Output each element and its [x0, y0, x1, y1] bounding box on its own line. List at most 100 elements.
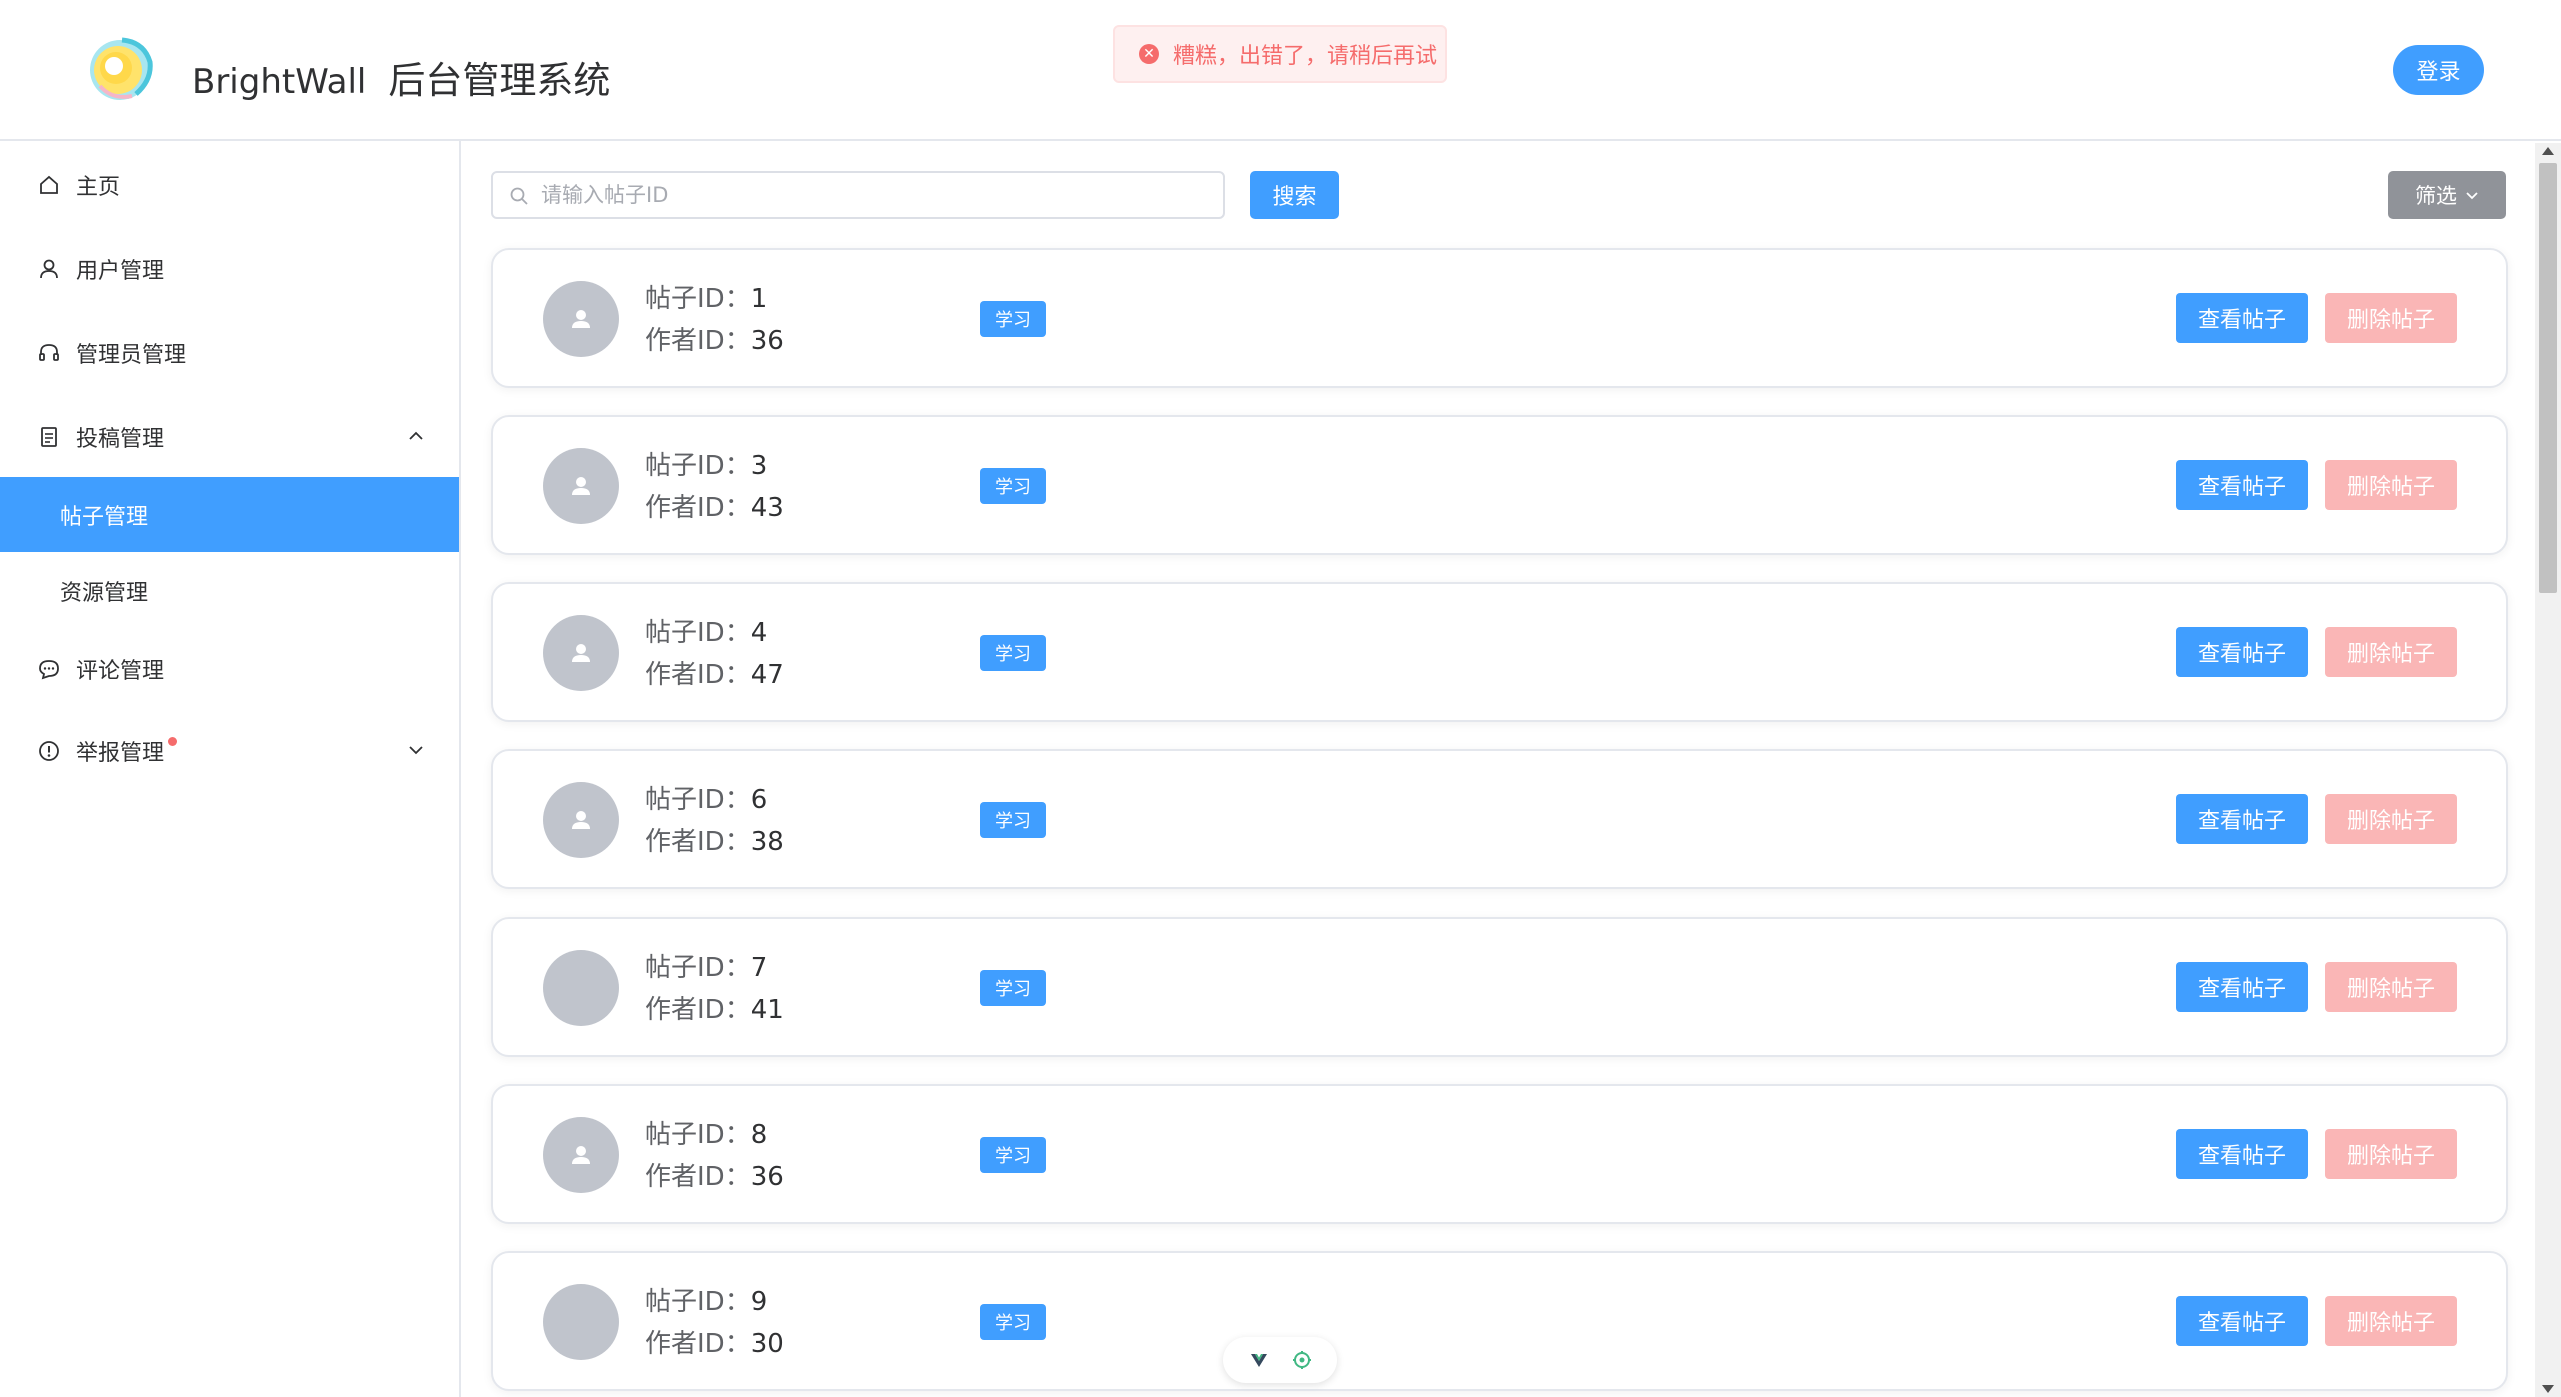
chevron-down-icon [409, 746, 423, 755]
author-id-label: 作者ID： [645, 660, 751, 690]
login-button[interactable]: 登录 [2393, 45, 2484, 95]
post-id-label: 帖子ID： [645, 785, 751, 815]
author-id: 36 [750, 326, 784, 356]
search-input[interactable] [541, 183, 1223, 207]
user-icon [572, 477, 590, 495]
document-icon [36, 424, 62, 450]
post-card: 帖子ID：6 作者ID：38 学习 查看帖子 删除帖子 [491, 749, 2508, 889]
delete-post-button[interactable]: 删除帖子 [2325, 460, 2457, 510]
view-post-button[interactable]: 查看帖子 [2176, 794, 2308, 844]
brand-name: BrightWall [192, 62, 367, 102]
sidebar-item-admins[interactable]: 管理员管理 [0, 315, 459, 390]
avatar [543, 1117, 619, 1193]
view-post-button[interactable]: 查看帖子 [2176, 460, 2308, 510]
post-id: 4 [750, 618, 768, 648]
vue-logo-icon[interactable] [1249, 1350, 1269, 1370]
post-id: 1 [750, 284, 768, 314]
category-tag: 学习 [980, 802, 1046, 838]
view-post-button[interactable]: 查看帖子 [2176, 293, 2308, 343]
sidebar-item-label: 用户管理 [76, 258, 165, 284]
delete-post-button[interactable]: 删除帖子 [2325, 293, 2457, 343]
sidebar-item-posts[interactable]: 帖子管理 [0, 477, 459, 552]
warning-icon [36, 738, 62, 764]
post-id: 8 [750, 1120, 768, 1150]
post-id-label: 帖子ID： [645, 618, 751, 648]
post-id: 6 [750, 785, 768, 815]
post-ids: 帖子ID：8 作者ID：36 [645, 1114, 784, 1198]
sidebar-item-label: 投稿管理 [76, 426, 165, 452]
category-tag: 学习 [980, 468, 1046, 504]
scroll-up-arrow-icon[interactable] [2542, 147, 2554, 155]
chevron-up-icon [409, 431, 423, 440]
author-id-label: 作者ID： [645, 326, 751, 356]
notification-badge [168, 737, 178, 746]
main-content: 搜索 筛选 帖子ID：1 作者ID：36 学习 查看帖子 删除帖子 帖子ID：3… [463, 143, 2533, 1397]
post-ids: 帖子ID：1 作者ID：36 [645, 278, 784, 362]
sidebar-item-label: 资源管理 [60, 580, 149, 606]
post-id: 3 [750, 451, 768, 481]
sidebar-item-label: 举报管理 [76, 740, 165, 766]
error-toast: ✕ 糟糕，出错了，请稍后再试 [1113, 25, 1447, 83]
home-icon [36, 172, 62, 198]
view-post-button[interactable]: 查看帖子 [2176, 1296, 2308, 1346]
system-name: 后台管理系统 [388, 59, 611, 102]
error-icon: ✕ [1139, 44, 1159, 64]
scroll-down-arrow-icon[interactable] [2542, 1385, 2554, 1393]
scroll-thumb[interactable] [2539, 163, 2557, 593]
delete-post-button[interactable]: 删除帖子 [2325, 1129, 2457, 1179]
post-id-label: 帖子ID： [645, 451, 751, 481]
filter-dropdown[interactable]: 筛选 [2388, 171, 2506, 219]
sidebar-item-comments[interactable]: 评论管理 [0, 631, 459, 706]
view-post-button[interactable]: 查看帖子 [2176, 962, 2308, 1012]
delete-post-button[interactable]: 删除帖子 [2325, 962, 2457, 1012]
post-card: 帖子ID：3 作者ID：43 学习 查看帖子 删除帖子 [491, 415, 2508, 555]
delete-post-button[interactable]: 删除帖子 [2325, 627, 2457, 677]
chat-icon [36, 656, 62, 682]
sidebar-item-submissions[interactable]: 投稿管理 [0, 399, 459, 474]
user-icon [572, 310, 590, 328]
post-card: 帖子ID：4 作者ID：47 学习 查看帖子 删除帖子 [491, 582, 2508, 722]
post-ids: 帖子ID：4 作者ID：47 [645, 612, 784, 696]
sidebar-item-reports[interactable]: 举报管理 [0, 713, 459, 788]
inspector-target-icon[interactable] [1292, 1350, 1312, 1370]
devtools-widget[interactable] [1223, 1337, 1337, 1383]
post-card: 帖子ID：7 作者ID：41 学习 查看帖子 删除帖子 [491, 917, 2508, 1057]
category-tag: 学习 [980, 301, 1046, 337]
author-id-label: 作者ID： [645, 1162, 751, 1192]
user-icon [572, 811, 590, 829]
top-header: BrightWall 后台管理系统 ✕ 糟糕，出错了，请稍后再试 登录 [0, 0, 2561, 141]
author-id: 36 [750, 1162, 784, 1192]
avatar [543, 950, 619, 1026]
avatar [543, 448, 619, 524]
author-id-label: 作者ID： [645, 493, 751, 523]
sidebar-item-label: 管理员管理 [76, 342, 187, 368]
user-icon [572, 1146, 590, 1164]
chevron-down-icon [2466, 192, 2478, 200]
view-post-button[interactable]: 查看帖子 [2176, 1129, 2308, 1179]
app-title: BrightWall 后台管理系统 [192, 50, 610, 104]
vertical-scrollbar[interactable] [2535, 143, 2561, 1397]
category-tag: 学习 [980, 1137, 1046, 1173]
author-id-label: 作者ID： [645, 827, 751, 857]
sidebar-item-home[interactable]: 主页 [0, 147, 459, 222]
post-card: 帖子ID：9 作者ID：30 学习 查看帖子 删除帖子 [491, 1251, 2508, 1391]
author-id: 47 [750, 660, 784, 690]
sidebar-item-resources[interactable]: 资源管理 [0, 553, 459, 628]
view-post-button[interactable]: 查看帖子 [2176, 627, 2308, 677]
delete-post-button[interactable]: 删除帖子 [2325, 794, 2457, 844]
delete-post-button[interactable]: 删除帖子 [2325, 1296, 2457, 1346]
sidebar-item-users[interactable]: 用户管理 [0, 231, 459, 306]
avatar [543, 1284, 619, 1360]
post-id-label: 帖子ID： [645, 1120, 751, 1150]
avatar [543, 615, 619, 691]
post-id: 9 [750, 1287, 768, 1317]
sidebar-item-label: 评论管理 [76, 658, 165, 684]
category-tag: 学习 [980, 635, 1046, 671]
user-icon [572, 644, 590, 662]
post-card: 帖子ID：1 作者ID：36 学习 查看帖子 删除帖子 [491, 248, 2508, 388]
author-id-label: 作者ID： [645, 995, 751, 1025]
post-id-label: 帖子ID： [645, 1287, 751, 1317]
sidebar-item-label: 主页 [76, 174, 121, 200]
search-button[interactable]: 搜索 [1250, 171, 1339, 219]
error-message: 糟糕，出错了，请稍后再试 [1173, 44, 1438, 69]
